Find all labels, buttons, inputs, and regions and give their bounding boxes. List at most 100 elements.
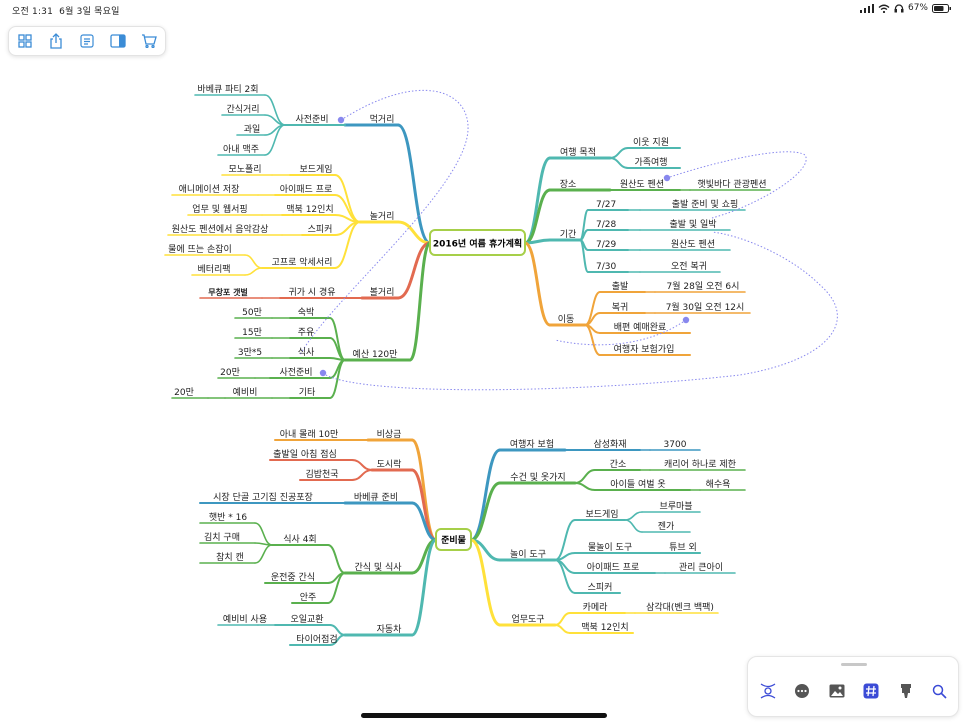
topic-period-d2[interactable]: 7/28 bbox=[596, 220, 616, 230]
topic-food-beer[interactable]: 아내 맥주 bbox=[223, 144, 259, 155]
topic-budget-stay[interactable]: 숙박 bbox=[298, 307, 315, 318]
topic-towel-clothes[interactable]: 수건 및 옷가지 bbox=[510, 471, 565, 483]
topic-oil-change[interactable]: 오일교환 bbox=[290, 613, 323, 625]
topic-play-battery[interactable]: 베터리팩 bbox=[197, 264, 230, 275]
topic-budget-prep-value[interactable]: 20만 bbox=[220, 367, 240, 378]
topic-budget[interactable]: 예산 120만 bbox=[353, 349, 398, 360]
topic-budget-spare[interactable]: 예비비 bbox=[233, 387, 258, 398]
topic-tire-check[interactable]: 타이어점검 bbox=[296, 633, 337, 645]
topic-budget-meal[interactable]: 식사 bbox=[298, 347, 315, 358]
topic-move-ret-value[interactable]: 7월 30일 오전 12시 bbox=[666, 301, 745, 313]
panel-grabber[interactable] bbox=[841, 663, 867, 666]
topic-minimal[interactable]: 간소 bbox=[610, 459, 627, 470]
topic-budget-fuel[interactable]: 주유 bbox=[298, 327, 315, 338]
topic-move-ret[interactable]: 복귀 bbox=[612, 302, 629, 313]
topic-play-web[interactable]: 업무 및 웹서핑 bbox=[192, 203, 247, 215]
topic-purpose-help[interactable]: 이웃 지원 bbox=[633, 137, 669, 148]
topic-period-d2-value[interactable]: 출발 및 일박 bbox=[669, 218, 716, 230]
topic-food-bbq[interactable]: 바베큐 파티 2회 bbox=[197, 84, 258, 95]
topic-lunchbox[interactable]: 도시락 bbox=[377, 458, 402, 470]
topic-toys-water[interactable]: 물놀이 도구 bbox=[588, 542, 632, 553]
topic-car[interactable]: 자동차 bbox=[377, 623, 403, 635]
relationship-handle[interactable] bbox=[319, 369, 327, 377]
topic-meals[interactable]: 식사 4회 bbox=[283, 534, 316, 545]
topic-play-anim[interactable]: 애니메이션 저장 bbox=[179, 184, 240, 195]
topic-drive-snack[interactable]: 운전중 간식 bbox=[271, 572, 315, 583]
topic-oil-change-value[interactable]: 예비비 사용 bbox=[223, 614, 267, 625]
topic-purpose-family[interactable]: 가족여행 bbox=[634, 156, 667, 168]
topic-budget-etc[interactable]: 기타 bbox=[299, 387, 316, 398]
hashtag-button[interactable] bbox=[859, 681, 883, 701]
relationship-handle[interactable] bbox=[337, 116, 345, 124]
topic-see-return[interactable]: 귀가 시 경유 bbox=[288, 286, 335, 298]
topic-purpose[interactable]: 여행 목적 bbox=[560, 146, 596, 158]
topic-play-board[interactable]: 보드게임 bbox=[299, 163, 332, 175]
topic-period-d3-value[interactable]: 원산도 펜션 bbox=[671, 239, 715, 250]
topic-play-ipad[interactable]: 아이패드 프로 bbox=[280, 184, 333, 195]
topic-move-dep-value[interactable]: 7월 28일 오전 6시 bbox=[667, 280, 740, 292]
topic-budget-spare-value[interactable]: 20만 bbox=[174, 387, 194, 398]
topic-see[interactable]: 볼거리 bbox=[370, 287, 395, 298]
search-button[interactable] bbox=[928, 681, 952, 701]
topic-period-d4[interactable]: 7/30 bbox=[596, 262, 616, 272]
topic-bbq-prep-value[interactable]: 시장 단골 고기집 진공포장 bbox=[213, 491, 313, 503]
topic-food-fruit[interactable]: 과일 bbox=[244, 124, 261, 135]
topic-work-camera[interactable]: 카메라 bbox=[583, 602, 609, 613]
topic-emergency-fund-value[interactable]: 아내 몰래 10만 bbox=[280, 429, 339, 440]
topic-food[interactable]: 먹거리 bbox=[370, 114, 395, 125]
topic-toys-speaker[interactable]: 스피커 bbox=[588, 582, 613, 593]
topic-insurance-value[interactable]: 3700 bbox=[664, 440, 687, 450]
image-button[interactable] bbox=[825, 681, 849, 701]
topic-place[interactable]: 장소 bbox=[560, 179, 577, 190]
topic-toys[interactable]: 놀이 도구 bbox=[510, 549, 546, 560]
topic-lunchbox-time[interactable]: 출발일 아침 점심 bbox=[273, 448, 337, 460]
topic-play-mac[interactable]: 맥북 12인치 bbox=[286, 203, 333, 215]
topic-move-ins[interactable]: 여행자 보험가입 bbox=[614, 343, 675, 355]
topic-period-d4-value[interactable]: 오전 복귀 bbox=[671, 261, 707, 272]
topic-bbq-prep[interactable]: 바베큐 준비 bbox=[354, 492, 398, 503]
topic-toys-ipad[interactable]: 아이패드 프로 bbox=[587, 562, 640, 573]
topic-snack-meal[interactable]: 간식 및 식사 bbox=[354, 561, 402, 573]
topic-toys-board[interactable]: 보드게임 bbox=[585, 508, 618, 520]
topic-budget-meal-value[interactable]: 3만*5 bbox=[238, 347, 262, 358]
topic-budget-prep[interactable]: 사전준비 bbox=[279, 367, 312, 378]
topic-toys-tube[interactable]: 튜브 외 bbox=[669, 541, 697, 553]
topic-place-pension[interactable]: 원산도 펜션 bbox=[620, 179, 664, 190]
topic-toys-ipad-value[interactable]: 관리 큰아이 bbox=[679, 562, 723, 573]
topic-lunchbox-shop[interactable]: 김밥천국 bbox=[305, 468, 338, 480]
topic-minimal-value[interactable]: 캐리어 하나로 제한 bbox=[664, 459, 736, 470]
topic-period[interactable]: 기간 bbox=[560, 229, 577, 240]
topic-period-d1[interactable]: 7/27 bbox=[596, 200, 616, 210]
topic-food-snack[interactable]: 간식거리 bbox=[226, 104, 259, 115]
topic-play-gopro[interactable]: 고프로 악세서리 bbox=[272, 256, 333, 268]
relationship-handle[interactable] bbox=[682, 316, 690, 324]
topic-toys-jenga[interactable]: 젠가 bbox=[658, 521, 675, 532]
topic-play-speaker[interactable]: 스피커 bbox=[308, 224, 333, 235]
topic-play-monopoly[interactable]: 모노폴리 bbox=[228, 164, 261, 175]
topic-tuna[interactable]: 참치 캔 bbox=[216, 551, 244, 563]
topic-anju[interactable]: 안주 bbox=[300, 592, 317, 603]
topic-kids-clothes[interactable]: 아이들 여벌 옷 bbox=[610, 478, 665, 490]
topic-budget-stay-value[interactable]: 50만 bbox=[242, 307, 262, 318]
topic-period-d3[interactable]: 7/29 bbox=[596, 240, 616, 250]
topic-toys-brumarble[interactable]: 브루마블 bbox=[659, 501, 692, 512]
topic-move-dep[interactable]: 출발 bbox=[612, 281, 629, 292]
topic-kimchi[interactable]: 김치 구매 bbox=[204, 531, 240, 543]
topic-rice[interactable]: 햇반 * 16 bbox=[209, 511, 248, 523]
relationship-button[interactable] bbox=[756, 681, 780, 701]
topic-work-tripod[interactable]: 삼각대(벤크 백팩) bbox=[646, 601, 714, 613]
relationship-handle[interactable] bbox=[663, 174, 671, 182]
topic-work-tools[interactable]: 업무도구 bbox=[511, 614, 544, 625]
topic-period-d1-value[interactable]: 출발 준비 및 쇼핑 bbox=[672, 198, 739, 210]
topic-budget-fuel-value[interactable]: 15만 bbox=[242, 327, 262, 338]
topic-play-music[interactable]: 원산도 펜션에서 음악감상 bbox=[172, 223, 269, 235]
root-topic-supplies[interactable]: 준비물 bbox=[435, 528, 472, 551]
topic-play-mount[interactable]: 물에 뜨는 손잡이 bbox=[168, 243, 232, 255]
topic-place-tour[interactable]: 햇빛바다 관광펜션 bbox=[697, 178, 766, 190]
topic-emergency-fund[interactable]: 비상금 bbox=[377, 429, 402, 440]
topic-play[interactable]: 놀거리 bbox=[370, 211, 395, 222]
topic-insurance[interactable]: 여행자 보험 bbox=[510, 438, 554, 450]
more-button[interactable] bbox=[790, 681, 814, 701]
topic-food-prep[interactable]: 사전준비 bbox=[295, 114, 328, 125]
topic-kids-clothes-value[interactable]: 해수욕 bbox=[706, 479, 731, 490]
